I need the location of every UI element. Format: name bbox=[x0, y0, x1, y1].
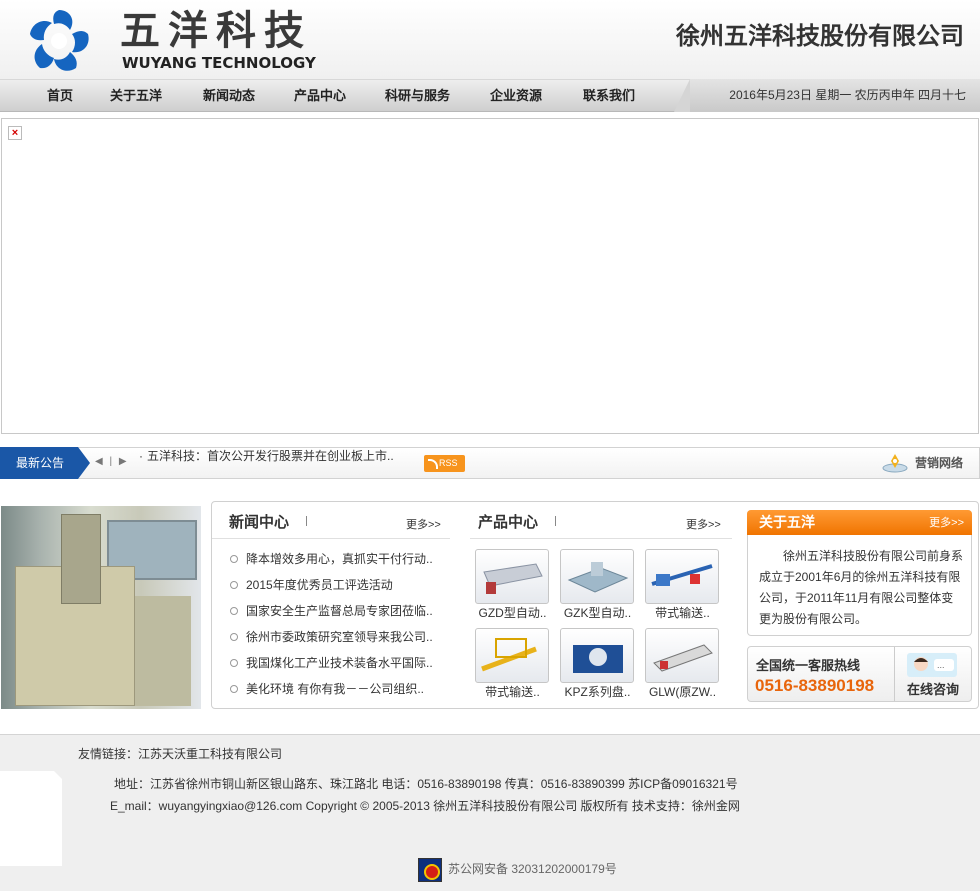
notice-controls[interactable]: ◀ | ▶ bbox=[95, 456, 129, 467]
product-image bbox=[475, 628, 549, 683]
product-card[interactable]: GLW(原ZW.. bbox=[645, 628, 720, 701]
logo-english-text: WUYANG TECHNOLOGY bbox=[122, 54, 316, 72]
friend-links[interactable]: 友情链接：江苏天沃重工科技有限公司 bbox=[78, 745, 282, 762]
product-name: GZK型自动.. bbox=[563, 606, 632, 620]
product-image bbox=[475, 549, 549, 604]
products-more-link[interactable]: 更多>> bbox=[686, 516, 721, 532]
product-name: 带式输送.. bbox=[485, 685, 540, 699]
about-more-link[interactable]: 更多>> bbox=[929, 515, 964, 531]
company-name: 徐州五洋科技股份有限公司 bbox=[676, 22, 964, 50]
news-item[interactable]: 国家安全生产监督总局专家团莅临.. bbox=[229, 598, 449, 624]
news-section-title: 新闻中心 bbox=[229, 513, 308, 531]
footer-address: 地址：江苏省徐州市铜山新区银山路东、珠江路北 电话：0516-83890198 … bbox=[114, 777, 738, 791]
footer-side-box bbox=[0, 771, 62, 866]
notice-label: 最新公告 bbox=[0, 447, 90, 479]
broken-image-icon: × bbox=[8, 126, 22, 140]
nav-about[interactable]: 关于五洋 bbox=[110, 80, 162, 111]
product-card[interactable]: 带式输送.. bbox=[475, 628, 550, 701]
about-header: 关于五洋 更多>> bbox=[747, 510, 972, 535]
current-date: 2016年5月23日 星期一 农历丙申年 四月十七 bbox=[729, 88, 966, 102]
footer-email-copyright: E_mail：wuyangyingxiao@126.com Copyright … bbox=[110, 799, 740, 813]
machine-photo bbox=[1, 506, 201, 709]
police-badge-icon bbox=[418, 858, 442, 882]
product-image bbox=[560, 628, 634, 683]
rss-label: RSS bbox=[439, 458, 458, 468]
product-image bbox=[645, 628, 719, 683]
nav-contact[interactable]: 联系我们 bbox=[583, 80, 635, 111]
news-item[interactable]: 我国煤化工产业技术装备水平国际.. bbox=[229, 650, 449, 676]
hotline-number: 0516-83890198 bbox=[755, 676, 875, 695]
notice-text[interactable]: 五洋科技：首次公开发行股票并在创业板上市.. bbox=[139, 449, 397, 464]
hotline-label: 全国统一客服热线 bbox=[756, 658, 861, 673]
police-record-text: 苏公网安备 32031202000179号 bbox=[448, 862, 617, 876]
hotline-box: 全国统一客服热线 0516-83890198 ... 在线咨询 bbox=[747, 646, 972, 702]
notice-bar: 最新公告 ◀ | ▶ 五洋科技：首次公开发行股票并在创业板上市.. RSS 营销… bbox=[0, 447, 980, 479]
product-name: GLW(原ZW.. bbox=[648, 685, 717, 699]
news-item[interactable]: 2015年度优秀员工评选活动 bbox=[229, 572, 449, 598]
product-name: KPZ系列盘.. bbox=[564, 685, 631, 699]
site-header: 五洋科技 WUYANG TECHNOLOGY 徐州五洋科技股份有限公司 bbox=[0, 0, 980, 79]
wuyang-logo-icon[interactable] bbox=[24, 6, 94, 74]
nav-research[interactable]: 科研与服务 bbox=[385, 80, 450, 111]
news-more-link[interactable]: 更多>> bbox=[406, 516, 441, 532]
news-list: 降本增效多用心，真抓实干付行动.. 2015年度优秀员工评选活动 国家安全生产监… bbox=[229, 546, 449, 702]
product-image bbox=[645, 549, 719, 604]
news-item[interactable]: 美化环境 有你有我－－公司组织.. bbox=[229, 676, 449, 702]
nav-resources[interactable]: 企业资源 bbox=[490, 80, 542, 111]
product-name: 带式输送.. bbox=[655, 606, 710, 620]
rss-button[interactable]: RSS bbox=[424, 455, 465, 472]
marketing-network-label: 营销网络 bbox=[914, 456, 963, 470]
marketing-network-link[interactable]: 营销网络 bbox=[881, 454, 963, 473]
customer-service-icon: ... bbox=[907, 653, 957, 677]
about-box: 关于五洋 更多>> 徐州五洋科技股份有限公司前身系成立于2001年6月的徐州五洋… bbox=[747, 510, 972, 636]
about-text: 徐州五洋科技股份有限公司前身系成立于2001年6月的徐州五洋科技有限公司，于20… bbox=[759, 549, 964, 626]
online-consult-label: 在线咨询 bbox=[907, 682, 960, 697]
about-title: 关于五洋 bbox=[759, 515, 815, 531]
news-item[interactable]: 降本增效多用心，真抓实干付行动.. bbox=[229, 546, 449, 572]
news-item[interactable]: 徐州市委政策研究室领导来我公司.. bbox=[229, 624, 449, 650]
police-record-link[interactable]: 苏公网安备 32031202000179号 bbox=[418, 858, 617, 884]
machine-column-shape bbox=[61, 514, 101, 604]
news-divider bbox=[212, 538, 450, 539]
products-section-title: 产品中心 bbox=[478, 513, 557, 531]
product-name: GZD型自动.. bbox=[478, 606, 547, 620]
globe-network-icon bbox=[882, 454, 908, 473]
products-divider bbox=[470, 538, 732, 539]
nav-home[interactable]: 首页 bbox=[47, 80, 73, 111]
machine-side-shape bbox=[131, 596, 191, 706]
product-card[interactable]: KPZ系列盘.. bbox=[560, 628, 635, 701]
product-card[interactable]: GZD型自动.. bbox=[475, 549, 550, 622]
nav-products[interactable]: 产品中心 bbox=[294, 80, 346, 111]
logo-chinese-text: 五洋科技 bbox=[120, 8, 312, 54]
date-bar: 2016年5月23日 星期一 农历丙申年 四月十七 bbox=[674, 79, 980, 112]
online-consult-button[interactable]: ... 在线咨询 bbox=[894, 647, 972, 701]
svg-text:...: ... bbox=[937, 660, 945, 670]
product-card[interactable]: GZK型自动.. bbox=[560, 549, 635, 622]
nav-news[interactable]: 新闻动态 bbox=[203, 80, 255, 111]
banner-area: × bbox=[1, 118, 979, 434]
product-image bbox=[560, 549, 634, 604]
product-card[interactable]: 带式输送.. bbox=[645, 549, 720, 622]
site-footer: 友情链接：江苏天沃重工科技有限公司 地址：江苏省徐州市铜山新区银山路东、珠江路北… bbox=[0, 734, 980, 891]
